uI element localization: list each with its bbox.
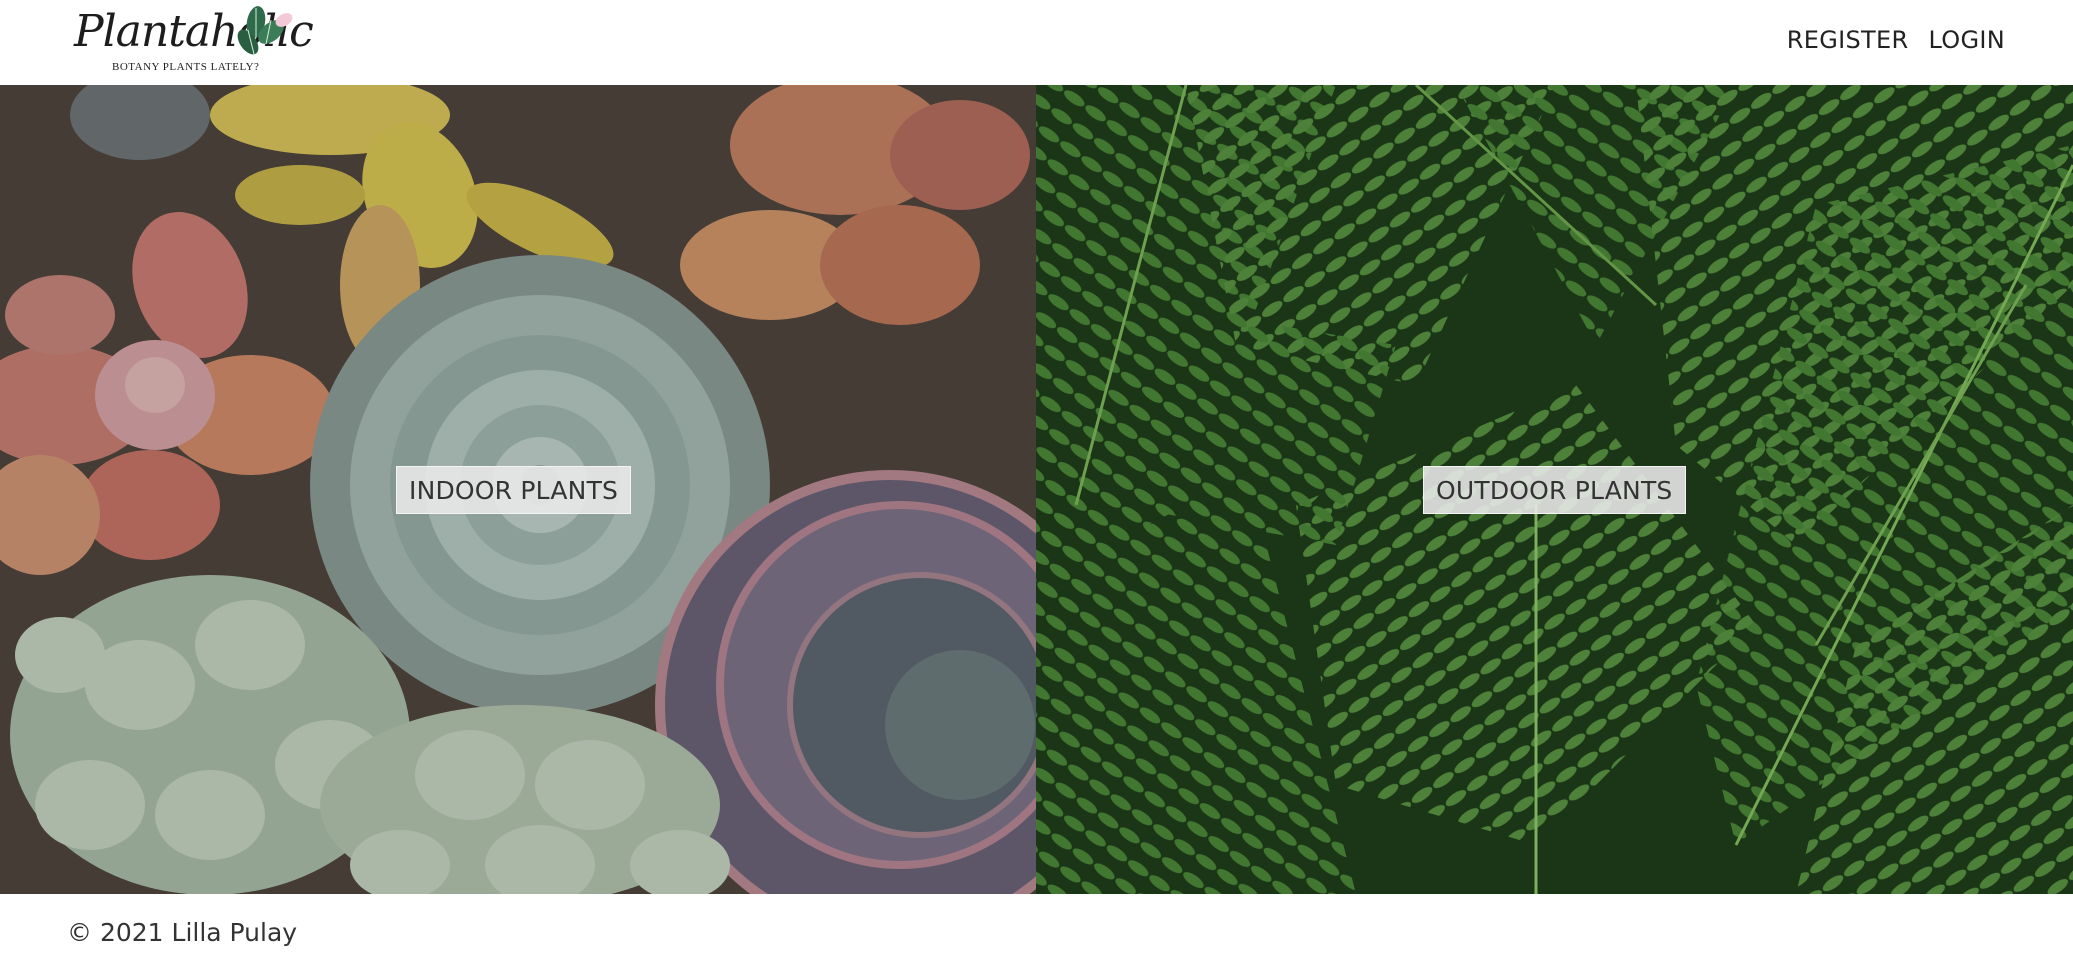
plantaholic-logo[interactable]: Plantaholic BOTANY PLANTS LATELY? <box>74 4 314 78</box>
copyright-text: © 2021 Lilla Pulay <box>67 918 298 947</box>
login-link[interactable]: LOGIN <box>1928 26 2005 54</box>
leaves-icon <box>237 6 293 55</box>
main-nav: REGISTER LOGIN <box>1787 26 2005 54</box>
register-link[interactable]: REGISTER <box>1787 26 1909 54</box>
outdoor-plants-label[interactable]: OUTDOOR PLANTS <box>1423 466 1686 514</box>
logo-tagline: BOTANY PLANTS LATELY? <box>112 61 260 73</box>
indoor-plants-panel[interactable]: INDOOR PLANTS <box>0 85 1036 894</box>
category-panels: INDOOR PLANTS OUTDOOR PLANTS <box>0 85 2073 894</box>
outdoor-plants-panel[interactable]: OUTDOOR PLANTS <box>1036 85 2073 894</box>
site-footer: © 2021 Lilla Pulay <box>67 918 297 947</box>
site-header: Plantaholic BOTANY PLANTS LATELY? REGIST… <box>0 0 2073 85</box>
indoor-plants-label[interactable]: INDOOR PLANTS <box>396 466 632 514</box>
